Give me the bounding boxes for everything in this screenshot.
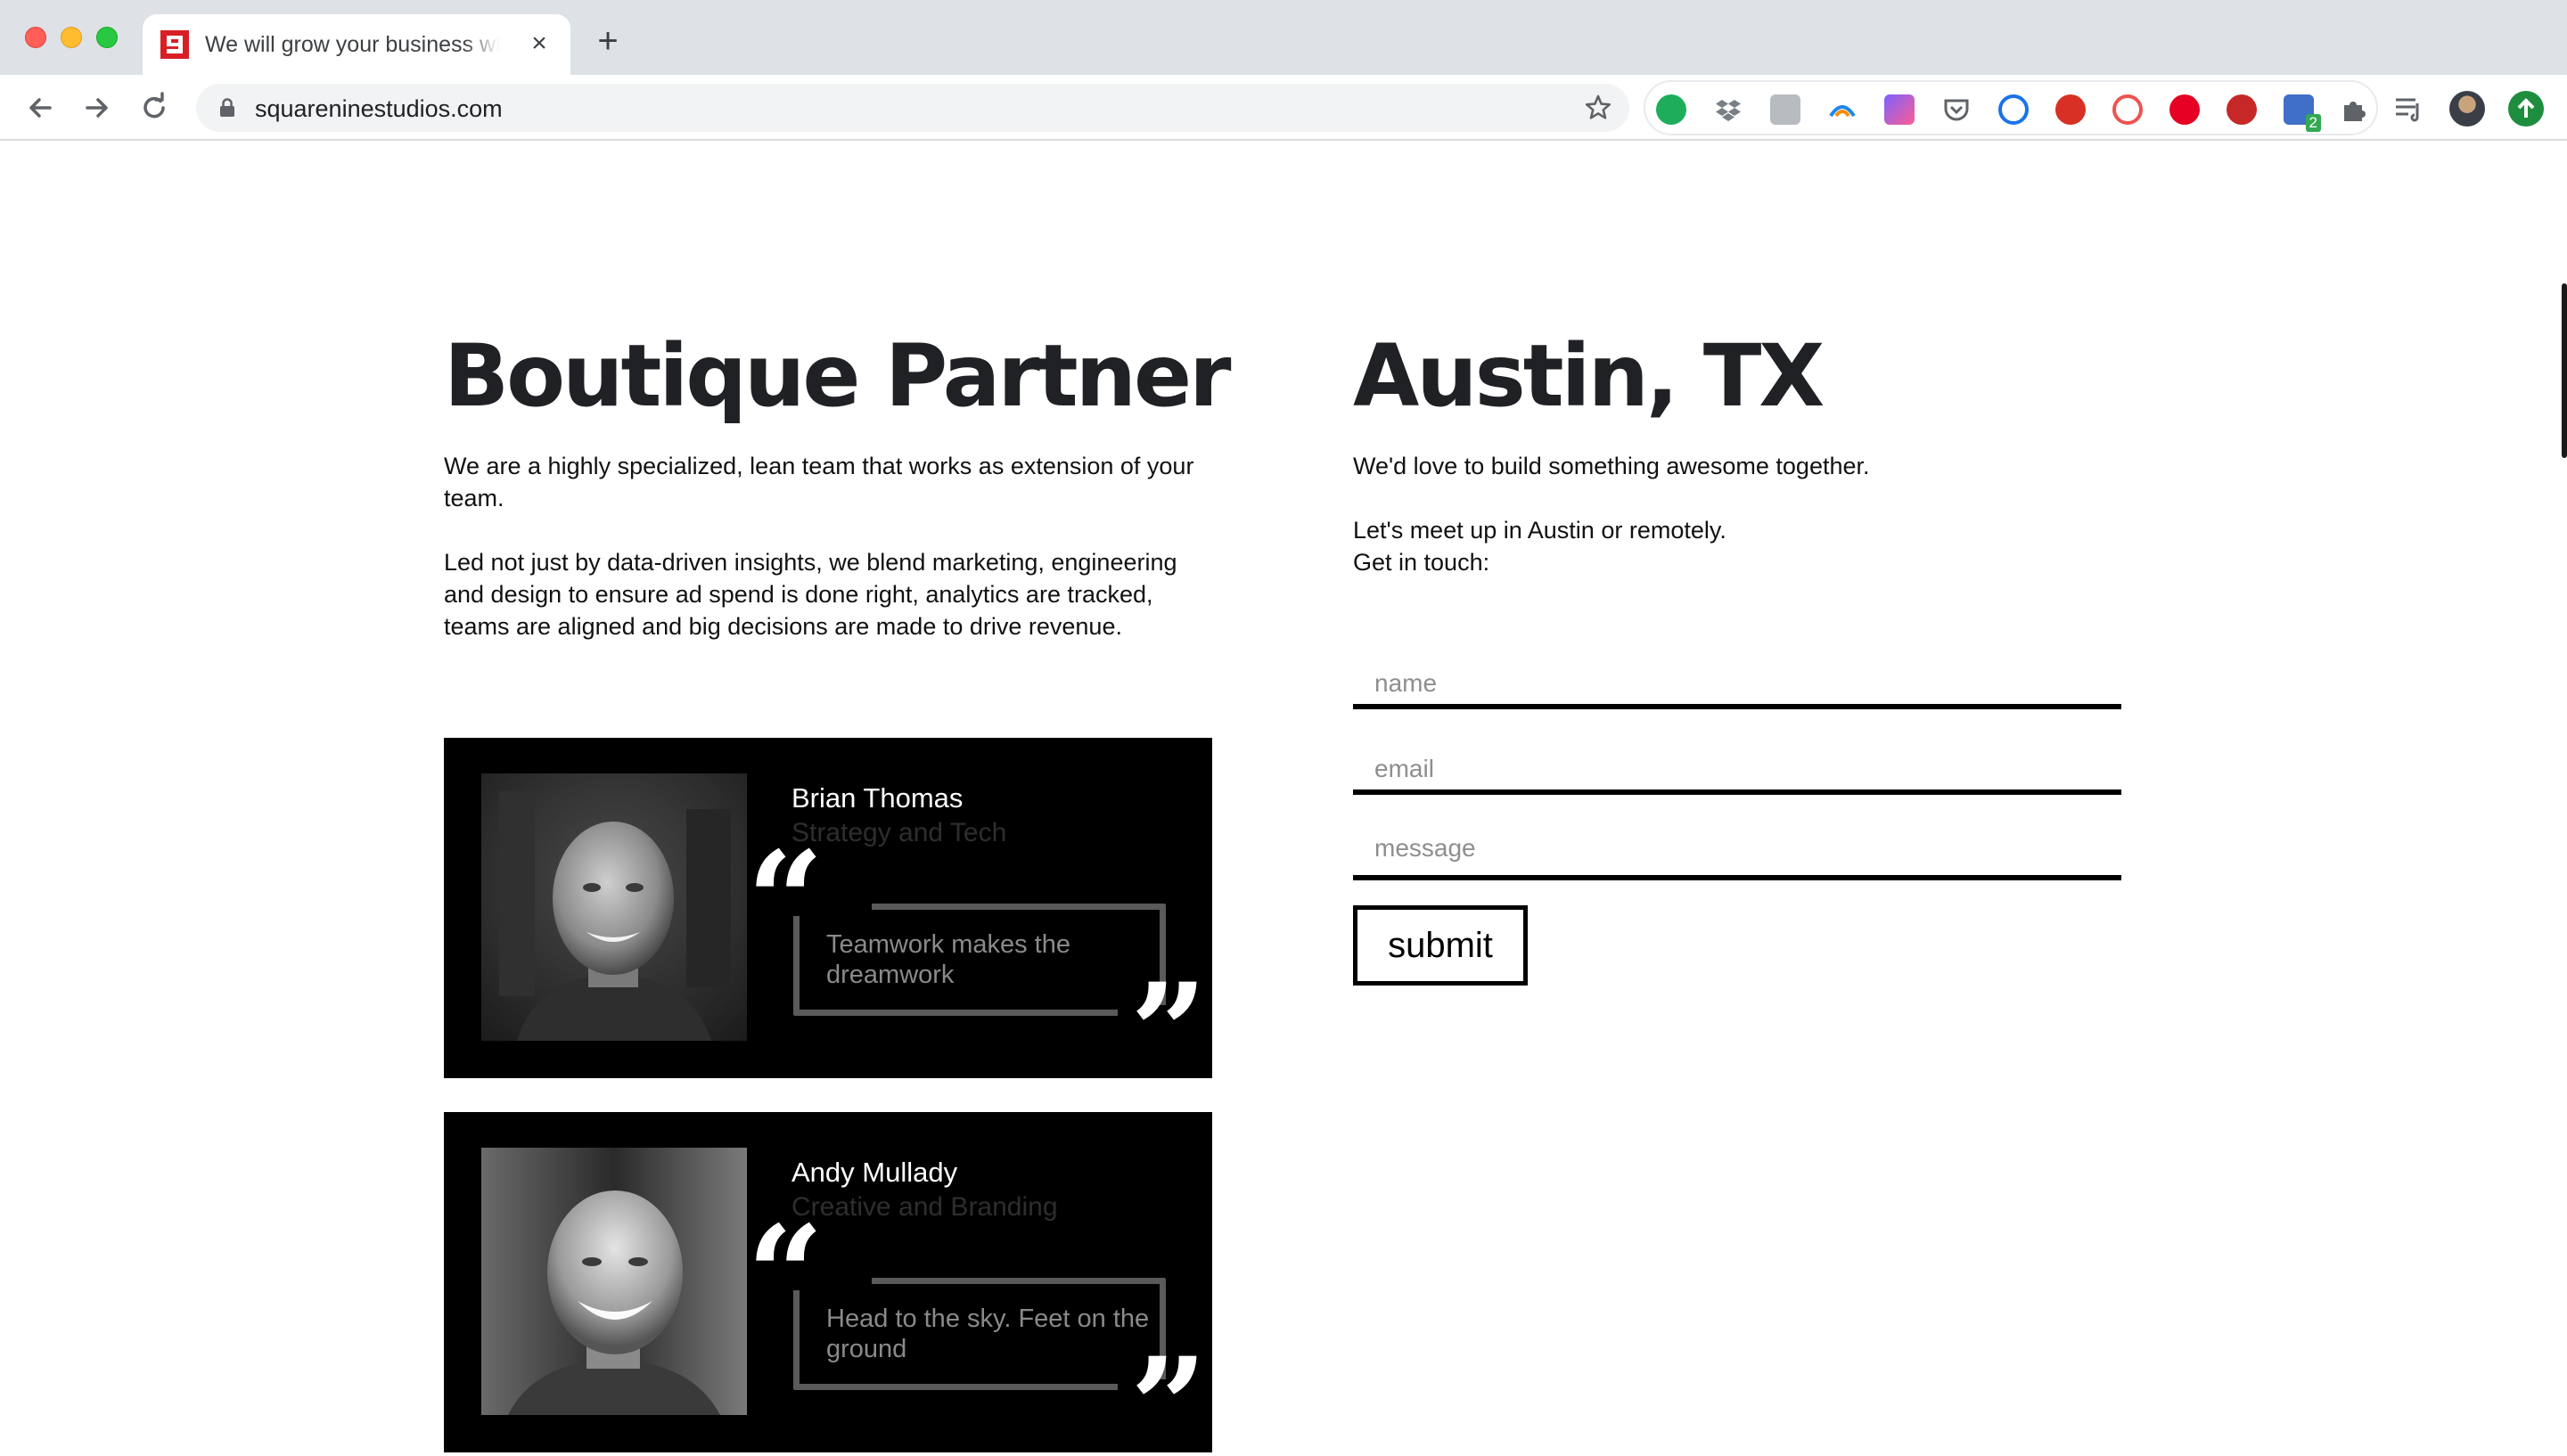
team-member-name: Brian Thomas xyxy=(791,782,964,814)
pocket-icon[interactable] xyxy=(1941,94,1972,125)
page-content: Boutique Partner We are a highly special… xyxy=(0,141,2567,1456)
browser-toolbar: squareninestudios.com 2 xyxy=(0,75,2567,141)
open-quote-icon: “ xyxy=(747,822,824,979)
submit-button[interactable]: submit xyxy=(1353,905,1528,986)
devtools-extension-icon[interactable]: 2 xyxy=(2284,94,2321,132)
arrow-up-icon xyxy=(2517,98,2535,118)
back-button[interactable] xyxy=(21,89,59,127)
bookmark-star-icon[interactable] xyxy=(1583,93,1613,123)
close-quote-icon: ” xyxy=(1130,954,1208,1111)
close-quote-icon: ” xyxy=(1130,1329,1208,1456)
pinterest-icon[interactable] xyxy=(2169,94,2200,125)
browser-tab[interactable]: We will grow your business when × xyxy=(143,14,570,75)
team-member-role: Creative and Branding xyxy=(791,1192,1058,1222)
email-input[interactable] xyxy=(1353,736,2121,789)
clickup-icon[interactable] xyxy=(1884,94,1915,125)
team-card: Andy Mullady Creative and Branding Head … xyxy=(444,1112,1212,1456)
quote-box: Teamwork makes the dreamwork xyxy=(793,904,1166,1016)
password-manager-icon[interactable] xyxy=(1998,94,2029,125)
browser-tab-bar: We will grow your business when × + xyxy=(0,0,2567,75)
fullscreen-window-button[interactable] xyxy=(96,27,118,48)
team-member-quote: Head to the sky. Feet on the ground xyxy=(826,1305,1150,1363)
reload-button[interactable] xyxy=(135,89,173,127)
scrollbar-thumb[interactable] xyxy=(2562,283,2567,458)
team-member-name: Andy Mullady xyxy=(791,1157,958,1188)
evernote-icon[interactable] xyxy=(1656,94,1686,125)
reload-icon xyxy=(144,92,165,119)
minimize-window-button[interactable] xyxy=(61,27,82,48)
portrait-image xyxy=(481,773,747,1041)
boutique-partner-heading: Boutique Partner xyxy=(444,326,1231,426)
name-input[interactable] xyxy=(1353,650,2121,704)
team-member-photo xyxy=(481,1148,747,1415)
get-in-touch-line: Get in touch: xyxy=(1353,549,1490,576)
reading-list-icon[interactable] xyxy=(2391,91,2426,127)
tab-title: We will grow your business when xyxy=(205,32,499,58)
lock-icon[interactable] xyxy=(216,96,239,119)
cta-paragraph: We'd love to build something awesome tog… xyxy=(1353,453,1870,479)
arrow-left-icon xyxy=(29,98,52,118)
puzzle-icon[interactable] xyxy=(2339,94,2369,125)
team-member-photo xyxy=(481,773,747,1041)
k-extension-icon[interactable] xyxy=(1770,94,1800,125)
url-text: squareninestudios.com xyxy=(255,95,503,122)
chili-extension-icon[interactable] xyxy=(2227,94,2257,125)
profile-avatar[interactable] xyxy=(2449,91,2485,127)
email-field-wrapper xyxy=(1353,736,2121,795)
meetup-line: Let's meet up in Austin or remotely. xyxy=(1353,517,1726,544)
update-icon[interactable] xyxy=(2508,91,2544,127)
open-quote-icon: “ xyxy=(747,1197,824,1354)
forward-button[interactable] xyxy=(78,89,116,127)
name-field-wrapper xyxy=(1353,650,2121,709)
dropbox-icon[interactable] xyxy=(1713,94,1743,125)
team-card: Brian Thomas Strategy and Tech Teamwork … xyxy=(444,738,1212,1100)
new-tab-button[interactable]: + xyxy=(588,21,627,61)
message-field-wrapper xyxy=(1353,822,2121,880)
arc-extension-icon[interactable] xyxy=(1827,94,1858,125)
close-window-button[interactable] xyxy=(25,27,46,48)
address-bar[interactable]: squareninestudios.com xyxy=(196,84,1629,132)
portrait-image xyxy=(481,1148,747,1415)
spiral-icon[interactable] xyxy=(2112,94,2143,125)
tab-close-icon[interactable]: × xyxy=(524,29,554,59)
stop-extension-icon[interactable] xyxy=(2055,94,2086,125)
square-nine-logo-icon xyxy=(160,30,189,59)
location-heading: Austin, TX xyxy=(1353,326,1825,426)
quote-box: Head to the sky. Feet on the ground xyxy=(793,1278,1166,1390)
arrow-right-icon xyxy=(86,98,108,118)
extensions-area: 2 xyxy=(1644,80,2378,135)
approach-paragraph: Led not just by data-driven insights, we… xyxy=(444,549,1177,640)
extension-badge: 2 xyxy=(2305,114,2321,132)
message-input[interactable] xyxy=(1353,822,2121,875)
intro-paragraph: We are a highly specialized, lean team t… xyxy=(444,453,1194,511)
team-member-quote: Teamwork makes the dreamwork xyxy=(826,930,1070,989)
